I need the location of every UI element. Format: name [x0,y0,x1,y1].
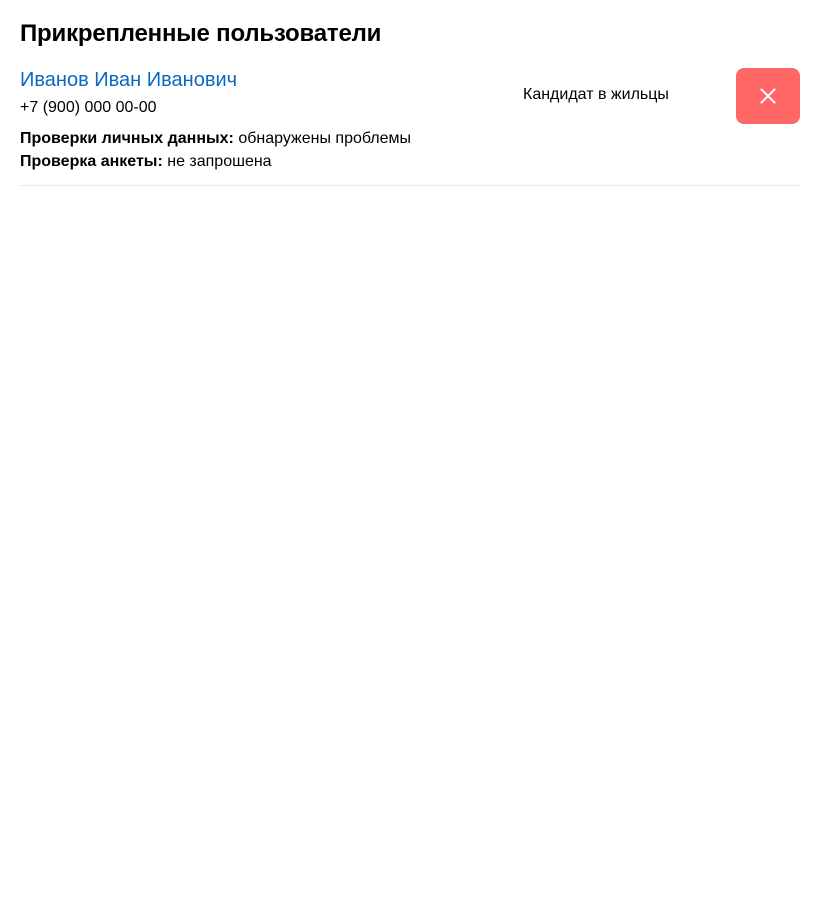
attached-users-page: Прикрепленные пользователи Иванов Иван И… [0,0,820,900]
user-info: Иванов Иван Иванович +7 (900) 000 00-00 … [20,68,411,173]
user-name-link[interactable]: Иванов Иван Иванович [20,68,237,92]
user-row: Иванов Иван Иванович +7 (900) 000 00-00 … [20,68,800,186]
remove-user-button[interactable] [736,68,800,124]
form-check-value: не запрошена [162,153,272,170]
personal-data-check-value: обнаружены проблемы [233,130,412,147]
form-check: Проверка анкеты: не запрошена [20,150,411,173]
form-check-label: Проверка анкеты: [20,153,163,170]
page-title: Прикрепленные пользователи [20,20,382,47]
close-icon [760,88,776,104]
user-phone: +7 (900) 000 00-00 [20,99,157,116]
personal-data-check-label: Проверки личных данных: [20,130,234,147]
personal-data-check: Проверки личных данных: обнаружены пробл… [20,127,411,150]
user-role: Кандидат в жильцы [523,86,669,103]
